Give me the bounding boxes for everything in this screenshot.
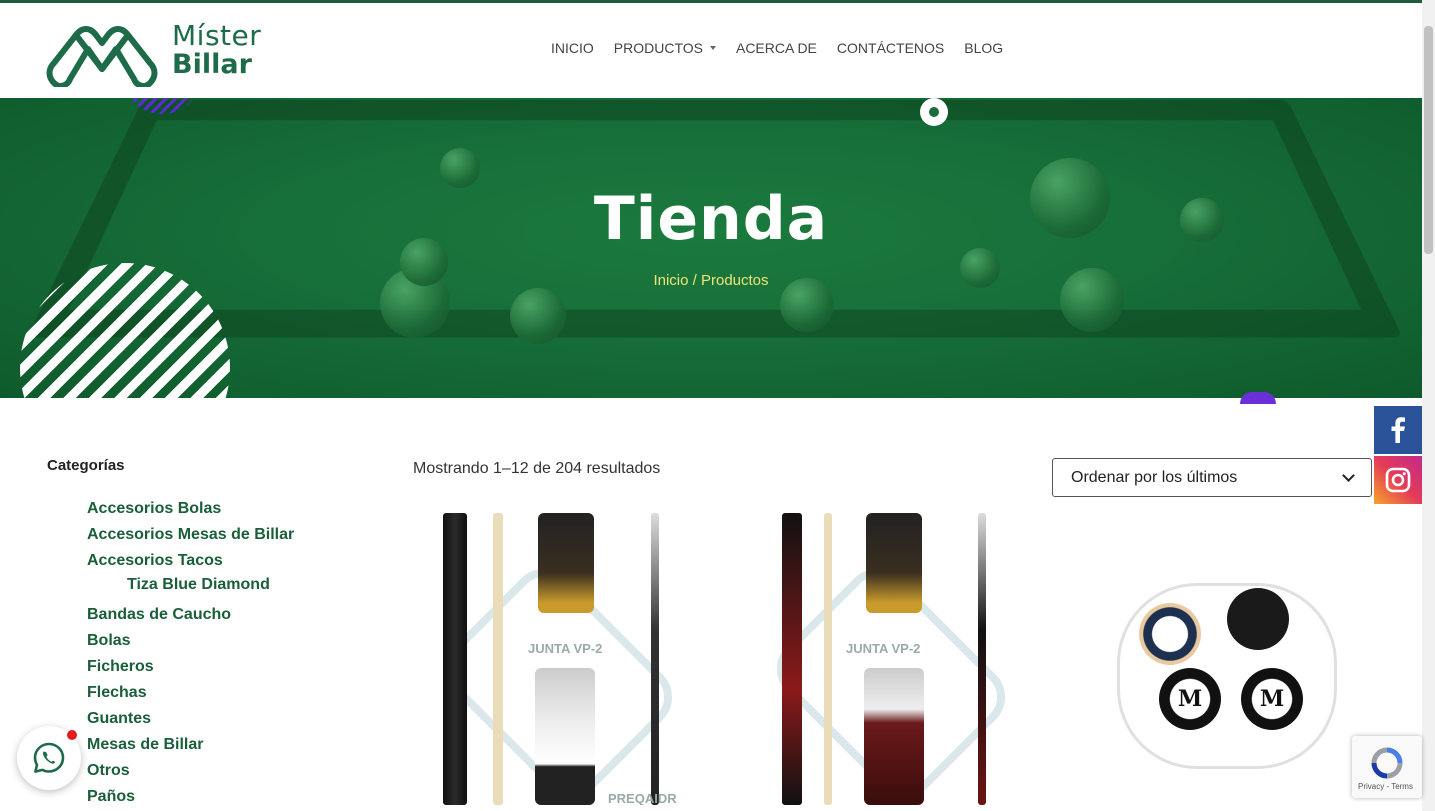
- category-list: Accesorios Bolas Accesorios Mesas de Bil…: [47, 496, 347, 810]
- decorative-purple-stripes: [122, 98, 202, 114]
- site-logo[interactable]: Míster Billar: [46, 13, 261, 87]
- facebook-button[interactable]: [1374, 406, 1422, 454]
- nav-label: PRODUCTOS: [613, 40, 703, 56]
- category-item[interactable]: Otros: [87, 758, 347, 784]
- notification-badge: [67, 730, 77, 740]
- nav-acerca-de[interactable]: ACERCA DE: [726, 40, 827, 56]
- recaptcha-badge[interactable]: Privacy - Terms: [1352, 736, 1422, 798]
- product-brand-text: M: [1259, 686, 1285, 712]
- product-card[interactable]: M M: [1079, 513, 1372, 805]
- product-tip-image: [1227, 588, 1289, 650]
- product-cue-image: [782, 513, 802, 805]
- category-item[interactable]: Paños: [87, 784, 347, 810]
- hero-ball: [510, 288, 566, 344]
- category-item[interactable]: Accesorios Tacos: [87, 548, 347, 574]
- product-joint-image: [538, 513, 594, 613]
- facebook-icon: [1391, 417, 1405, 443]
- category-item[interactable]: Ficheros: [87, 654, 347, 680]
- product-label: JUNTA VP-2: [846, 641, 921, 656]
- product-joint-image: [535, 668, 595, 805]
- main-nav: INICIO PRODUCTOS ACERCA DE CONTÁCTENOS B…: [541, 40, 1013, 56]
- whatsapp-icon: [33, 742, 65, 773]
- product-joint-image: [864, 668, 924, 805]
- category-sidebar: Categorías Accesorios Bolas Accesorios M…: [47, 457, 347, 810]
- recaptcha-links[interactable]: Privacy - Terms: [1358, 782, 1413, 791]
- product-cue-image: [651, 513, 659, 805]
- result-count: Mostrando 1–12 de 204 resultados: [413, 460, 661, 477]
- product-label: JUNTA VP-2: [528, 641, 603, 656]
- product-brand-text: PREQAIDR: [608, 791, 677, 805]
- product-tip-image: M: [1159, 668, 1221, 730]
- sidebar-heading: Categorías: [47, 457, 125, 474]
- hero-ball: [440, 148, 480, 188]
- nav-productos[interactable]: PRODUCTOS: [604, 40, 726, 56]
- product-tip-image: M: [1241, 668, 1303, 730]
- nav-label: CONTÁCTENOS: [836, 40, 945, 56]
- sort-select[interactable]: Ordenar por los últimos: [1052, 458, 1372, 497]
- product-cue-image: [443, 513, 467, 805]
- product-tip-image: [1139, 603, 1201, 665]
- category-item[interactable]: Bolas: [87, 628, 347, 654]
- product-card[interactable]: JUNTA VP-2 PREQAIDR: [413, 513, 706, 805]
- logo-line2: Billar: [172, 49, 252, 80]
- category-item[interactable]: Flechas: [87, 680, 347, 706]
- product-brand-text: M: [1177, 686, 1203, 712]
- hero-banner: Tienda Inicio / Productos: [0, 98, 1422, 398]
- category-item[interactable]: Bandas de Caucho: [87, 602, 347, 628]
- decorative-purple-dot: [1240, 392, 1276, 404]
- product-cue-image: [978, 513, 986, 805]
- nav-label: INICIO: [551, 40, 594, 56]
- category-item[interactable]: Guantes: [87, 706, 347, 732]
- nav-label: ACERCA DE: [735, 40, 817, 56]
- site-header: Míster Billar INICIO PRODUCTOS ACERCA DE…: [0, 3, 1422, 98]
- breadcrumb[interactable]: Inicio / Productos: [0, 272, 1422, 289]
- page-title: Tienda: [593, 184, 829, 254]
- recaptcha-icon: [1371, 747, 1403, 779]
- chevron-down-icon: [709, 46, 716, 50]
- nav-blog[interactable]: BLOG: [954, 40, 1013, 56]
- nav-inicio[interactable]: INICIO: [541, 40, 604, 56]
- instagram-icon: [1385, 467, 1411, 493]
- nav-label: BLOG: [964, 40, 1004, 56]
- product-cue-image: [493, 513, 503, 805]
- instagram-button[interactable]: [1374, 456, 1422, 504]
- product-cue-image: [824, 513, 832, 805]
- subcategory-item[interactable]: Tiza Blue Diamond: [87, 574, 347, 596]
- logo-line1: Míster: [172, 19, 262, 52]
- logo-mark-icon: [46, 26, 158, 87]
- category-item[interactable]: Mesas de Billar: [87, 732, 347, 758]
- category-item[interactable]: Accesorios Bolas: [87, 496, 347, 522]
- chevron-down-icon: [1342, 468, 1355, 482]
- product-card[interactable]: JUNTA VP-2: [746, 513, 1039, 805]
- nav-contactenos[interactable]: CONTÁCTENOS: [827, 40, 954, 56]
- category-item[interactable]: Accesorios Mesas de Billar: [87, 522, 347, 548]
- decorative-ring: [920, 98, 948, 126]
- scrollbar-thumb[interactable]: [1424, 26, 1433, 254]
- sort-selected-value: Ordenar por los últimos: [1071, 468, 1238, 486]
- product-joint-image: [866, 513, 922, 613]
